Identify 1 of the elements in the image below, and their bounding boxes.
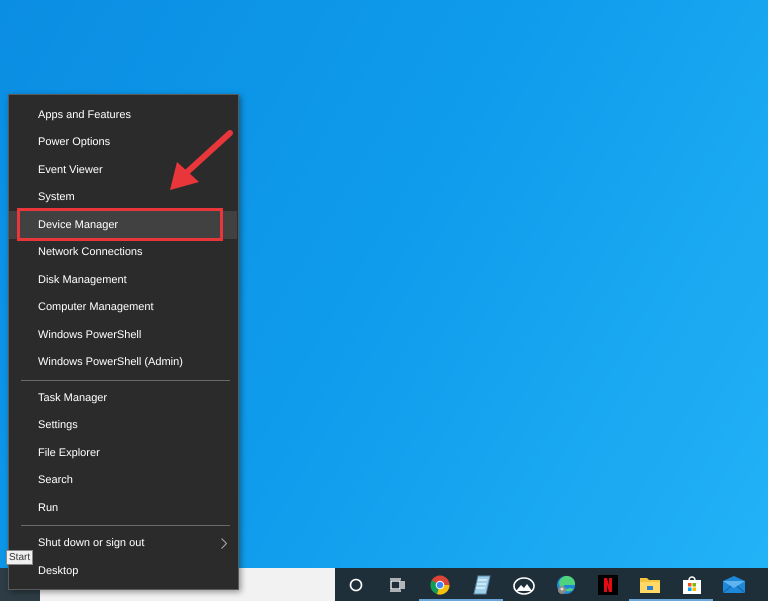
tooltip: Start (6, 550, 34, 565)
